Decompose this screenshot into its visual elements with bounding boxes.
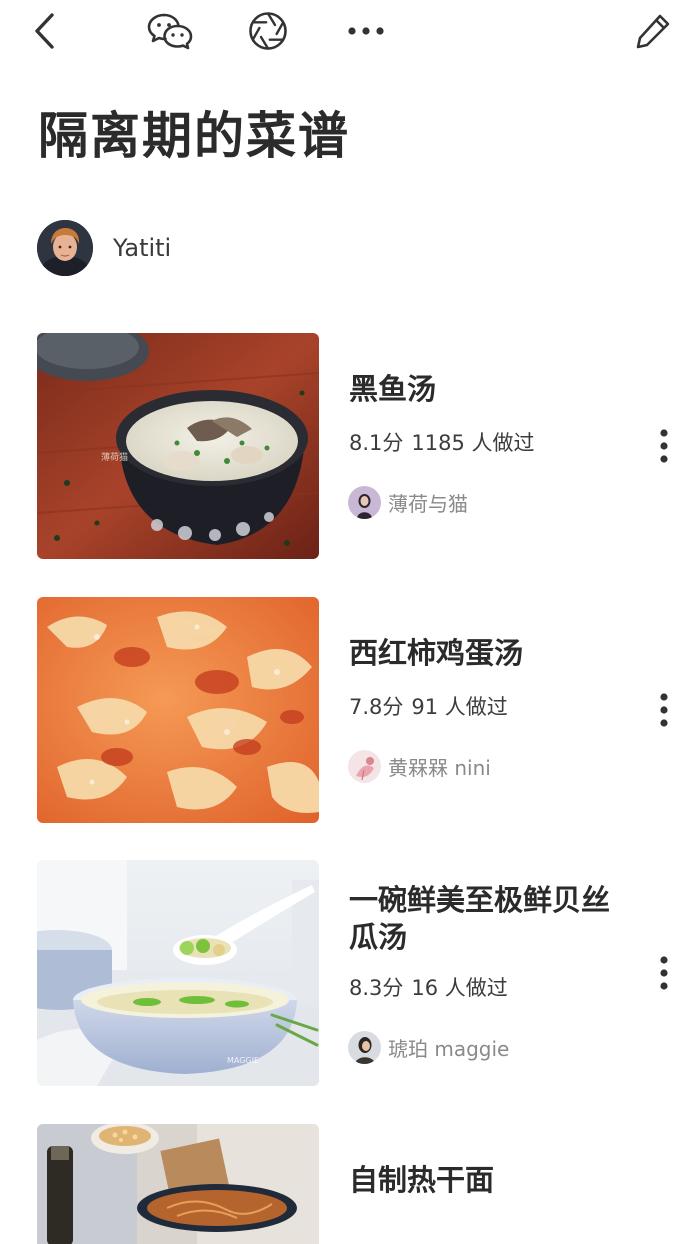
chevron-left-icon: [35, 13, 54, 49]
recipe-author[interactable]: 薄荷与猫: [348, 485, 468, 519]
wechat-icon: [147, 13, 193, 50]
recipe-photo[interactable]: MAGGIE: [37, 860, 319, 1086]
recipe-stats: 7.8分 91 人做过: [349, 691, 508, 721]
recipe-cooked-count: 1185 人做过: [411, 431, 535, 455]
recipe-author[interactable]: 黄槑槑 nini: [348, 749, 491, 783]
list-item: 自制热干面: [0, 1124, 700, 1244]
pencil-icon: [636, 14, 670, 49]
collection-author[interactable]: Yatiti: [37, 219, 171, 277]
back-button[interactable]: [22, 8, 68, 54]
share-moments-button[interactable]: [245, 8, 291, 54]
recipe-more-button[interactable]: [648, 685, 680, 735]
recipe-score: 8.3分: [349, 976, 404, 1000]
recipe-author[interactable]: 琥珀 maggie: [348, 1030, 509, 1064]
recipe-title[interactable]: 一碗鲜美至极鲜贝丝瓜汤: [349, 882, 619, 956]
recipe-author-name: 黄槑槑 nini: [388, 755, 491, 780]
more-horizontal-icon: [348, 27, 384, 35]
avatar[interactable]: [348, 1030, 381, 1064]
recipe-cooked-count: 16 人做过: [411, 976, 508, 1000]
moments-shutter-icon: [249, 12, 287, 50]
collection-author-name: Yatiti: [113, 234, 172, 262]
recipe-stats: 8.3分 16 人做过: [349, 972, 508, 1002]
more-vertical-icon: [660, 693, 668, 727]
recipe-stats: 8.1分 1185 人做过: [349, 427, 535, 457]
svg-text:薄荷猫: 薄荷猫: [101, 451, 128, 463]
share-wechat-button[interactable]: [147, 8, 193, 54]
recipe-cooked-count: 91 人做过: [411, 695, 508, 719]
avatar[interactable]: [348, 485, 381, 519]
list-item: 西红柿鸡蛋汤 7.8分 91 人做过 黄槑槑 nini: [0, 597, 700, 823]
recipe-title[interactable]: 黑鱼汤: [349, 371, 619, 408]
svg-text:MAGGIE: MAGGIE: [227, 1056, 259, 1065]
list-item: MAGGIE 一碗鲜美至极鲜贝丝瓜汤 8.3分 16 人做过 琥珀 maggie: [0, 860, 700, 1086]
page-title: 隔离期的菜谱: [38, 107, 350, 165]
recipe-photo[interactable]: 薄荷猫: [37, 333, 319, 559]
edit-button[interactable]: [630, 8, 676, 54]
recipe-author-name: 薄荷与猫: [388, 491, 468, 516]
avatar[interactable]: [348, 749, 381, 783]
recipe-photo[interactable]: [37, 1124, 319, 1244]
recipe-more-button[interactable]: [648, 421, 680, 471]
recipe-photo[interactable]: [37, 597, 319, 823]
recipe-score: 8.1分: [349, 431, 404, 455]
recipe-more-button[interactable]: [648, 948, 680, 998]
top-toolbar: [0, 0, 700, 62]
recipe-score: 7.8分: [349, 695, 404, 719]
more-options-button[interactable]: [343, 8, 389, 54]
avatar[interactable]: [37, 220, 93, 276]
list-item: 薄荷猫 黑鱼汤 8.1分 1185 人做过 薄荷与猫: [0, 333, 700, 559]
recipe-title[interactable]: 自制热干面: [349, 1162, 619, 1199]
recipe-author-name: 琥珀 maggie: [388, 1036, 510, 1061]
more-vertical-icon: [660, 429, 668, 463]
recipe-title[interactable]: 西红柿鸡蛋汤: [349, 635, 619, 672]
more-vertical-icon: [660, 956, 668, 990]
